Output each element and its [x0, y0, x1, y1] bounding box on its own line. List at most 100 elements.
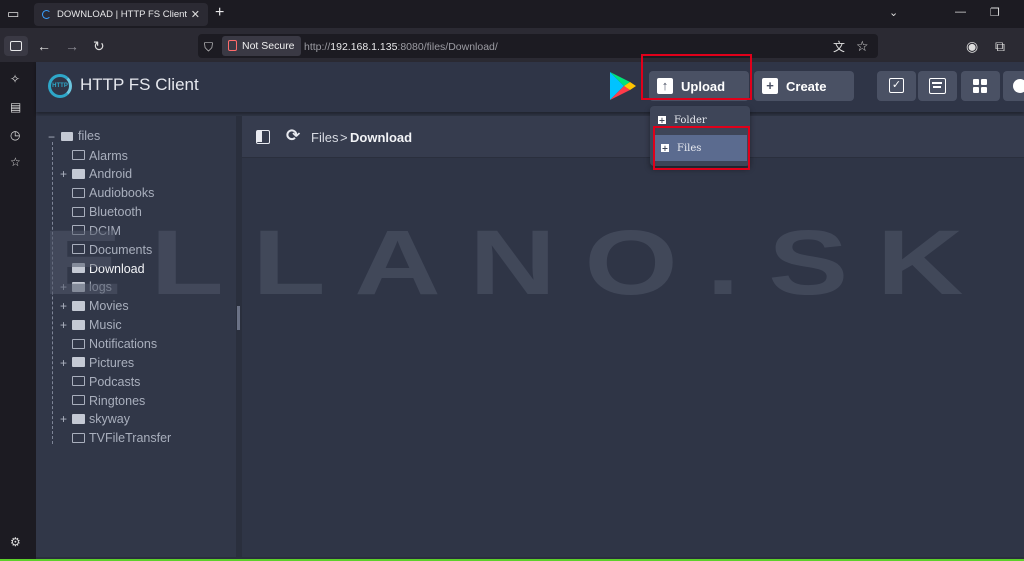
url-scheme: http://	[304, 41, 331, 53]
refresh-icon[interactable]: ⟳	[286, 126, 300, 146]
tree-item[interactable]: + Music	[0, 316, 200, 335]
tree-item[interactable]: + skyway	[0, 410, 200, 429]
folder-icon	[72, 413, 85, 424]
grid-view-button[interactable]	[961, 71, 1000, 101]
sidebar-icon	[10, 41, 22, 51]
tab-overview-icon[interactable]: ▭	[7, 7, 19, 21]
app-logo: HTTP	[48, 74, 72, 98]
tree-item-label: Movies	[89, 299, 129, 314]
file-list-panel	[242, 116, 1024, 557]
tree-item-label: Podcasts	[89, 374, 141, 389]
tree-item[interactable]: + Pictures	[0, 353, 200, 372]
folder-icon	[72, 432, 85, 443]
breadcrumb-root[interactable]: Files	[311, 130, 338, 145]
grid-icon	[981, 87, 987, 93]
tree-item[interactable]: + Android	[0, 165, 200, 184]
tab-list-chevron-icon[interactable]: ⌄	[889, 6, 898, 19]
create-button[interactable]: + Create	[754, 71, 854, 101]
bookmark-star-icon[interactable]: ☆	[856, 39, 869, 53]
security-label: Not Secure	[242, 40, 295, 52]
folder-icon	[72, 206, 85, 217]
folder-icon	[61, 132, 73, 141]
filter-button[interactable]	[918, 71, 957, 101]
tree-item-label: Audiobooks	[89, 186, 155, 201]
tree-item-label: skyway	[89, 412, 130, 427]
shield-icon[interactable]: ⛉	[204, 40, 213, 54]
tree-item[interactable]: TVFileTransfer	[0, 429, 200, 448]
usage-button[interactable]	[1003, 71, 1024, 101]
tabs-icon[interactable]: ▤	[10, 100, 21, 114]
tree-item[interactable]: Bluetooth	[0, 203, 200, 222]
folder-icon	[72, 395, 85, 406]
url-path: :8080/files/Download/	[397, 41, 498, 53]
folder-icon	[72, 168, 85, 179]
tree-item-label: Ringtones	[89, 393, 146, 408]
folder-icon	[72, 319, 85, 330]
tree-item-label: Bluetooth	[89, 205, 142, 220]
tab-title: DOWNLOAD | HTTP FS Client	[57, 9, 188, 20]
folder-icon	[72, 187, 85, 198]
folder-icon	[72, 357, 85, 368]
sidebar-toggle-button[interactable]	[4, 36, 28, 56]
folder-icon	[72, 376, 85, 387]
filter-list-icon	[929, 78, 946, 94]
new-tab-button[interactable]: +	[215, 4, 224, 22]
tree-item-label: Pictures	[89, 355, 135, 370]
close-tab-icon[interactable]: ✕	[191, 8, 200, 21]
ai-sparkle-icon[interactable]: ✧	[10, 72, 20, 86]
settings-gear-icon[interactable]: ⚙	[10, 535, 21, 549]
tree-item[interactable]: Podcasts	[0, 372, 200, 391]
account-icon[interactable]: ◉	[966, 39, 978, 53]
translate-icon[interactable]: 文	[833, 40, 845, 54]
expand-icon[interactable]: +	[60, 167, 68, 181]
toggle-tree-button[interactable]	[256, 130, 270, 144]
pie-chart-icon	[1013, 79, 1024, 93]
tree-item-label: Android	[89, 167, 133, 182]
reload-icon[interactable]: ↻	[93, 39, 105, 53]
maximize-icon[interactable]: ❐	[990, 6, 1000, 19]
url-text[interactable]: http://192.168.1.135:8080/files/Download…	[304, 41, 498, 53]
tree-item[interactable]: Notifications	[0, 335, 200, 354]
forward-arrow-icon[interactable]: →	[65, 39, 79, 53]
watermark-text: ELLANO.SK	[42, 228, 992, 298]
browser-tab[interactable]: DOWNLOAD | HTTP FS Client ✕	[34, 3, 208, 26]
folder-icon	[72, 338, 85, 349]
expand-icon[interactable]: +	[60, 318, 68, 332]
tree-item-label: Notifications	[89, 337, 158, 351]
expand-icon[interactable]: +	[60, 299, 68, 313]
breadcrumb-separator: >	[340, 130, 348, 145]
back-arrow-icon[interactable]: ←	[37, 39, 51, 53]
folder-icon	[72, 150, 85, 160]
expand-icon[interactable]: +	[60, 356, 68, 370]
tree-item[interactable]: Ringtones	[0, 391, 200, 410]
app-title: HTTP FS Client	[80, 75, 199, 94]
checkbox-icon: ✓	[889, 78, 904, 93]
tree-root-label: files	[78, 129, 101, 143]
folder-icon	[72, 300, 85, 311]
extensions-icon[interactable]: ⧉	[995, 39, 1005, 53]
panel-icon	[257, 131, 262, 142]
insecure-lock-icon	[228, 40, 237, 51]
breadcrumb-current: Download	[350, 130, 413, 145]
history-icon[interactable]: ◷	[10, 128, 20, 142]
watermark-logo: ELLANO.SK	[42, 228, 992, 298]
plus-icon: +	[762, 78, 778, 94]
tree-item-label: TVFileTransfer	[89, 431, 172, 446]
tree-item[interactable]: Audiobooks	[0, 184, 200, 203]
highlight-upload	[641, 54, 752, 100]
security-indicator[interactable]: Not Secure	[222, 36, 301, 56]
select-mode-button[interactable]: ✓	[877, 71, 916, 101]
play-store-icon[interactable]	[606, 70, 638, 102]
highlight-files	[653, 126, 750, 170]
splitter-handle[interactable]	[237, 306, 240, 330]
plus-icon: +	[658, 115, 666, 125]
menu-item-label: Folder	[674, 114, 707, 126]
collapse-icon[interactable]: −	[48, 130, 55, 144]
expand-icon[interactable]: +	[60, 412, 68, 426]
tree-item[interactable]: + Movies	[0, 297, 200, 316]
tree-item[interactable]: Alarms	[0, 146, 200, 165]
minimize-icon[interactable]: —	[955, 6, 966, 18]
create-button-label: Create	[786, 78, 827, 94]
tree-item-label: Alarms	[89, 148, 128, 163]
loading-favicon-icon	[42, 10, 51, 19]
